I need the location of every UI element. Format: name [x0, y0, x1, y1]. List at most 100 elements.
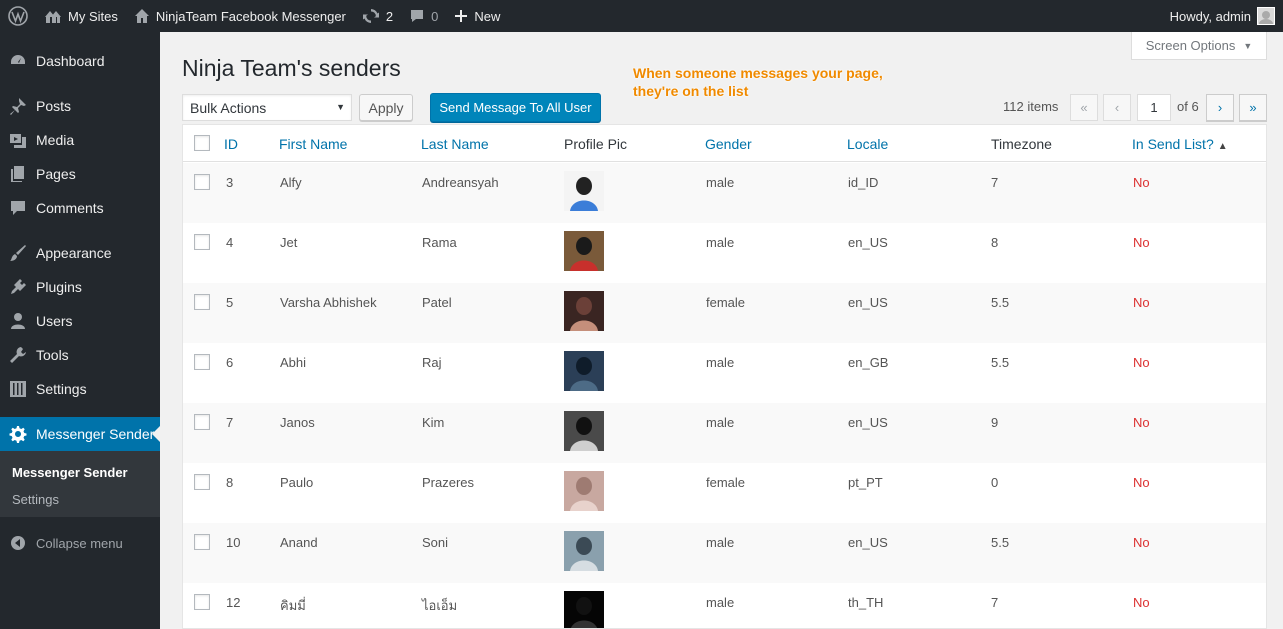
- last-page-button[interactable]: »: [1239, 94, 1267, 121]
- column-header-locale[interactable]: Locale: [847, 136, 888, 152]
- updates-link[interactable]: 2: [354, 0, 401, 32]
- profile-pic: [564, 411, 604, 451]
- column-header-in-send-list[interactable]: In Send List? ▲: [1132, 136, 1228, 152]
- annotation-line: When someone messages your page,: [633, 65, 883, 81]
- comment-icon: [411, 10, 424, 22]
- cell-id: 3: [226, 175, 234, 190]
- first-page-button[interactable]: «: [1070, 94, 1098, 121]
- cell-in-send-list: No: [1133, 415, 1150, 430]
- cell-in-send-list: No: [1133, 355, 1150, 370]
- comments-link[interactable]: 0: [401, 0, 446, 32]
- cell-gender: male: [706, 595, 735, 610]
- column-header-first-name[interactable]: First Name: [279, 136, 347, 152]
- avatar: [1257, 7, 1275, 25]
- sidebar-item-plugins[interactable]: Plugins: [0, 270, 160, 304]
- sidebar-item-appearance[interactable]: Appearance: [0, 236, 160, 270]
- screen-options-button[interactable]: Screen Options ▼: [1131, 32, 1267, 60]
- messenger-submenu: Messenger Sender Settings: [0, 451, 160, 517]
- bulk-actions-select[interactable]: Bulk Actions ▼: [182, 94, 352, 121]
- cell-last-name: Andreansyah: [422, 175, 499, 190]
- cell-first-name: Alfy: [280, 175, 302, 190]
- row-checkbox[interactable]: [194, 294, 210, 310]
- cell-timezone: 5.5: [991, 535, 1010, 550]
- profile-pic: [564, 351, 604, 391]
- prev-page-button[interactable]: ‹: [1103, 94, 1131, 121]
- plus-icon: [455, 10, 468, 22]
- profile-pic: [564, 291, 604, 331]
- collapse-icon: [11, 536, 25, 550]
- cell-locale: en_US: [848, 295, 888, 310]
- bulk-actions-value: Bulk Actions: [190, 99, 267, 116]
- site-name-link[interactable]: NinjaTeam Facebook Messenger: [126, 0, 354, 32]
- sidebar-item-dashboard[interactable]: Dashboard: [0, 44, 160, 78]
- collapse-menu-button[interactable]: Collapse menu: [0, 528, 160, 558]
- table-row: 4 Jet Rama male en_US 8 No: [183, 223, 1266, 283]
- annotation-note: When someone messages your page, they're…: [633, 64, 933, 100]
- send-message-to-all-button[interactable]: Send Message To All User: [430, 93, 601, 122]
- cell-first-name: Janos: [280, 415, 315, 430]
- cell-first-name: Jet: [280, 235, 298, 250]
- cell-in-send-list: No: [1133, 235, 1150, 250]
- column-header-timezone: Timezone: [991, 136, 1052, 152]
- row-checkbox[interactable]: [194, 534, 210, 550]
- profile-pic: [564, 531, 604, 571]
- sidebar-item-label: Users: [36, 313, 73, 329]
- page-title: Ninja Team's senders: [182, 55, 401, 81]
- new-content-link[interactable]: New: [446, 0, 508, 32]
- cell-timezone: 9: [991, 415, 999, 430]
- row-checkbox[interactable]: [194, 354, 210, 370]
- sort-up-icon: ▲: [1217, 141, 1228, 152]
- sidebar-item-media[interactable]: Media: [0, 123, 160, 157]
- row-checkbox[interactable]: [194, 234, 210, 250]
- select-all-checkbox[interactable]: [194, 135, 210, 151]
- my-sites-link[interactable]: My Sites: [36, 0, 126, 32]
- next-page-button[interactable]: ›: [1206, 94, 1234, 121]
- cell-first-name: Anand: [280, 535, 318, 550]
- account-menu[interactable]: Howdy, admin: [1162, 0, 1279, 32]
- sidebar-item-posts[interactable]: Posts: [0, 89, 160, 123]
- sidebar-item-comments[interactable]: Comments: [0, 191, 160, 225]
- submenu-item-messenger-sender[interactable]: Messenger Sender: [12, 465, 128, 480]
- items-count: 112 items: [1003, 99, 1059, 114]
- profile-pic: [564, 471, 604, 511]
- sidebar-item-messenger-sender[interactable]: Messenger Sender: [0, 417, 160, 451]
- table-row: 6 Abhi Raj male en_GB 5.5 No: [183, 343, 1266, 403]
- wrench-icon: [10, 347, 26, 363]
- cell-gender: female: [706, 295, 746, 310]
- submenu-item-settings[interactable]: Settings: [12, 492, 59, 507]
- cell-id: 4: [226, 235, 234, 250]
- column-header-gender[interactable]: Gender: [705, 136, 752, 152]
- cell-id: 10: [226, 535, 241, 550]
- updates-count: 2: [385, 8, 394, 24]
- my-sites-label: My Sites: [68, 8, 118, 24]
- sidebar-item-users[interactable]: Users: [0, 304, 160, 338]
- sidebar-item-settings[interactable]: Settings: [0, 372, 160, 406]
- apply-button[interactable]: Apply: [359, 94, 413, 121]
- cell-locale: pt_PT: [848, 475, 883, 490]
- sidebar-item-label: Messenger Sender: [36, 426, 155, 442]
- senders-table: ID First Name Last Name Profile Pic Gend…: [182, 124, 1267, 629]
- cell-timezone: 7: [991, 595, 999, 610]
- sidebar-item-label: Comments: [36, 200, 104, 216]
- wordpress-logo[interactable]: [0, 0, 36, 32]
- row-checkbox[interactable]: [194, 474, 210, 490]
- admin-bar: My Sites NinjaTeam Facebook Messenger 2 …: [0, 0, 1283, 32]
- column-header-id[interactable]: ID: [224, 136, 238, 152]
- row-checkbox[interactable]: [194, 414, 210, 430]
- column-header-last-name[interactable]: Last Name: [421, 136, 489, 152]
- sidebar-item-tools[interactable]: Tools: [0, 338, 160, 372]
- cell-last-name: Soni: [422, 535, 449, 550]
- sidebar-item-pages[interactable]: Pages: [0, 157, 160, 191]
- current-page-input[interactable]: 1: [1137, 94, 1171, 121]
- row-checkbox[interactable]: [194, 174, 210, 190]
- sidebar-item-label: Posts: [36, 98, 72, 114]
- dashboard-icon: [11, 55, 25, 64]
- cell-timezone: 7: [991, 175, 999, 190]
- cell-locale: en_US: [848, 415, 888, 430]
- table-header: ID First Name Last Name Profile Pic Gend…: [183, 125, 1266, 162]
- cell-first-name: Abhi: [280, 355, 307, 370]
- row-checkbox[interactable]: [194, 594, 210, 610]
- cell-locale: en_US: [848, 235, 888, 250]
- cell-last-name: ไอเอ็ม: [422, 598, 458, 613]
- wordpress-icon: [8, 6, 28, 26]
